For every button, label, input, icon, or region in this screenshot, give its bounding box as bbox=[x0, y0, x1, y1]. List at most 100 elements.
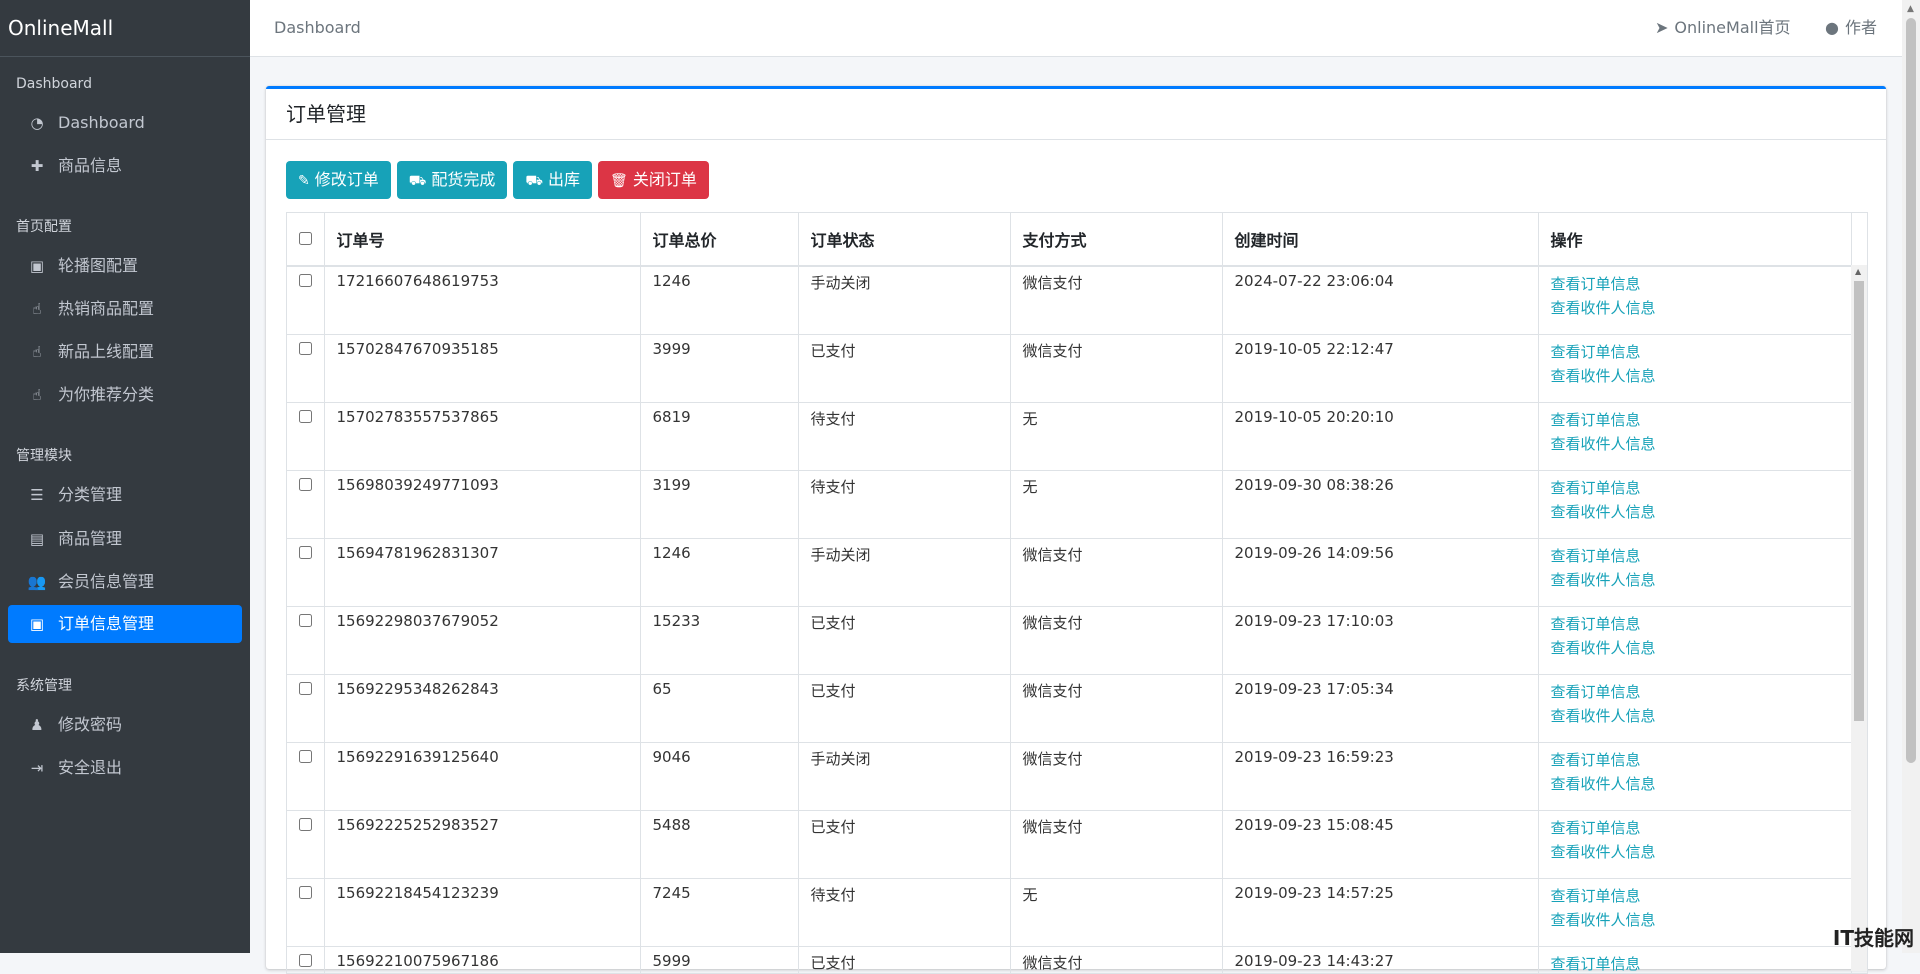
sidebar-item-hot-goods[interactable]: ☝热销商品配置 bbox=[8, 290, 242, 328]
view-receiver-link[interactable]: 查看收件人信息 bbox=[1551, 636, 1851, 660]
total-cell: 5488 bbox=[640, 811, 798, 879]
view-order-link[interactable]: 查看订单信息 bbox=[1551, 816, 1851, 840]
row-checkbox[interactable] bbox=[299, 818, 312, 831]
sidebar-item-recommend[interactable]: ☝为你推荐分类 bbox=[8, 376, 242, 414]
view-order-link[interactable]: 查看订单信息 bbox=[1551, 408, 1851, 432]
view-receiver-link[interactable]: 查看收件人信息 bbox=[1551, 364, 1851, 388]
brand-logo[interactable]: OnlineMall bbox=[0, 0, 250, 57]
row-checkbox[interactable] bbox=[299, 478, 312, 491]
table-row[interactable]: 172166076486197531246手动关闭微信支付2024-07-22 … bbox=[287, 266, 1851, 335]
row-checkbox[interactable] bbox=[299, 614, 312, 627]
row-checkbox[interactable] bbox=[299, 954, 312, 967]
sidebar-item-logout[interactable]: ⇥安全退出 bbox=[8, 749, 242, 787]
column-header-status[interactable]: 订单状态 bbox=[798, 213, 1010, 266]
actions-cell: 查看订单信息查看收件人信息 bbox=[1538, 675, 1851, 743]
pack-complete-label: 配货完成 bbox=[431, 170, 495, 189]
row-checkbox[interactable] bbox=[299, 750, 312, 763]
view-receiver-link[interactable]: 查看收件人信息 bbox=[1551, 908, 1851, 932]
table-scrollbar-thumb[interactable] bbox=[1854, 281, 1864, 721]
table-row[interactable]: 1569229803767905215233已支付微信支付2019-09-23 … bbox=[287, 607, 1851, 675]
view-receiver-link[interactable]: 查看收件人信息 bbox=[1551, 772, 1851, 796]
column-header-payment[interactable]: 支付方式 bbox=[1010, 213, 1222, 266]
sidebar-item-label: 修改密码 bbox=[58, 715, 122, 734]
row-checkbox[interactable] bbox=[299, 342, 312, 355]
view-order-link[interactable]: 查看订单信息 bbox=[1551, 272, 1851, 296]
table-row[interactable]: 156922916391256409046手动关闭微信支付2019-09-23 … bbox=[287, 743, 1851, 811]
nav-header-management: 管理模块 bbox=[0, 444, 72, 468]
row-checkbox[interactable] bbox=[299, 274, 312, 287]
view-receiver-link[interactable]: 查看收件人信息 bbox=[1551, 840, 1851, 864]
row-checkbox[interactable] bbox=[299, 682, 312, 695]
close-order-button[interactable]: 🗑关闭订单 bbox=[598, 161, 709, 199]
table-row[interactable]: 157027835575378656819待支付无2019-10-05 20:2… bbox=[287, 403, 1851, 471]
view-receiver-link[interactable]: 查看收件人信息 bbox=[1551, 432, 1851, 456]
sidebar-item-orders[interactable]: ▣订单信息管理 bbox=[8, 605, 242, 643]
view-order-link[interactable]: 查看订单信息 bbox=[1551, 340, 1851, 364]
page-scrollbar-thumb[interactable] bbox=[1906, 18, 1916, 763]
column-header-order-no[interactable]: 订单号 bbox=[324, 213, 640, 266]
sidebar-item-goods[interactable]: ▤商品管理 bbox=[8, 520, 242, 558]
hand-pointer-icon: ☝ bbox=[26, 333, 48, 371]
created-time-cell: 2019-09-23 16:59:23 bbox=[1222, 743, 1538, 811]
row-checkbox[interactable] bbox=[299, 886, 312, 899]
created-time-cell: 2019-09-23 15:08:45 bbox=[1222, 811, 1538, 879]
column-header-created-time[interactable]: 创建时间 bbox=[1222, 213, 1538, 266]
trash-icon: 🗑 bbox=[610, 173, 628, 189]
sidebar-item-carousel[interactable]: ▣轮播图配置 bbox=[8, 247, 242, 285]
table-row[interactable]: 156947819628313071246手动关闭微信支付2019-09-26 … bbox=[287, 539, 1851, 607]
sidebar-item-members[interactable]: 👥会员信息管理 bbox=[8, 563, 242, 601]
order-no-cell: 15702783557537865 bbox=[324, 403, 640, 471]
home-link[interactable]: ➤OnlineMall首页 bbox=[1655, 0, 1791, 56]
pack-complete-button[interactable]: ⛟配货完成 bbox=[397, 161, 508, 199]
sidebar-item-goods-info[interactable]: ✚商品信息 bbox=[8, 147, 242, 185]
actions-cell: 查看订单信息查看收件人信息 bbox=[1538, 539, 1851, 607]
view-receiver-link[interactable]: 查看收件人信息 bbox=[1551, 500, 1851, 524]
payment-cell: 微信支付 bbox=[1010, 675, 1222, 743]
hand-pointer-icon: ☝ bbox=[26, 290, 48, 328]
created-time-cell: 2019-09-26 14:09:56 bbox=[1222, 539, 1538, 607]
archive-icon: ▤ bbox=[26, 520, 48, 558]
scroll-up-arrow-icon[interactable]: ▲ bbox=[1855, 267, 1861, 276]
sidebar-item-new-goods[interactable]: ☝新品上线配置 bbox=[8, 333, 242, 371]
page-scrollbar[interactable]: ▲ bbox=[1902, 0, 1920, 953]
ship-out-button[interactable]: ⛟出库 bbox=[513, 161, 592, 199]
row-checkbox[interactable] bbox=[299, 546, 312, 559]
sidebar-item-change-password[interactable]: ♟修改密码 bbox=[8, 706, 242, 744]
view-order-link[interactable]: 查看订单信息 bbox=[1551, 680, 1851, 704]
payment-cell: 无 bbox=[1010, 471, 1222, 539]
edit-order-button[interactable]: ✎修改订单 bbox=[286, 161, 391, 199]
tachometer-icon: ◔ bbox=[26, 104, 48, 142]
select-all-checkbox[interactable] bbox=[299, 232, 312, 245]
view-order-link[interactable]: 查看订单信息 bbox=[1551, 952, 1851, 974]
sidebar-item-label: 会员信息管理 bbox=[58, 572, 154, 591]
scroll-up-arrow-icon[interactable]: ▲ bbox=[1907, 4, 1914, 14]
sidebar-item-category[interactable]: ☰分类管理 bbox=[8, 476, 242, 514]
payment-cell: 微信支付 bbox=[1010, 607, 1222, 675]
total-cell: 6819 bbox=[640, 403, 798, 471]
table-scrollbar[interactable]: ▲ bbox=[1851, 265, 1867, 971]
column-header-total[interactable]: 订单总价 bbox=[640, 213, 798, 266]
sidebar-item-dashboard[interactable]: ◔Dashboard bbox=[8, 104, 242, 142]
view-receiver-link[interactable]: 查看收件人信息 bbox=[1551, 568, 1851, 592]
view-order-link[interactable]: 查看订单信息 bbox=[1551, 476, 1851, 500]
breadcrumb[interactable]: Dashboard bbox=[274, 0, 361, 56]
sidebar: OnlineMall Dashboard ◔Dashboard ✚商品信息 首页… bbox=[0, 0, 250, 953]
table-row[interactable]: 156922184541232397245待支付无2019-09-23 14:5… bbox=[287, 879, 1851, 947]
table-row[interactable]: 1569229534826284365已支付微信支付2019-09-23 17:… bbox=[287, 675, 1851, 743]
view-receiver-link[interactable]: 查看收件人信息 bbox=[1551, 704, 1851, 728]
row-checkbox[interactable] bbox=[299, 410, 312, 423]
order-management-card: 订单管理 ✎修改订单⛟配货完成⛟出库🗑关闭订单 订单号 订单总价 订单状态 支付… bbox=[266, 86, 1886, 969]
view-receiver-link[interactable]: 查看收件人信息 bbox=[1551, 296, 1851, 320]
view-order-link[interactable]: 查看订单信息 bbox=[1551, 748, 1851, 772]
table-row[interactable]: 156980392497710933199待支付无2019-09-30 08:3… bbox=[287, 471, 1851, 539]
author-link[interactable]: ●作者 bbox=[1825, 0, 1877, 56]
row-select-cell bbox=[287, 403, 324, 471]
table-row[interactable]: 156922252529835275488已支付微信支付2019-09-23 1… bbox=[287, 811, 1851, 879]
view-order-link[interactable]: 查看订单信息 bbox=[1551, 612, 1851, 636]
view-order-link[interactable]: 查看订单信息 bbox=[1551, 884, 1851, 908]
order-no-cell: 17216607648619753 bbox=[324, 266, 640, 335]
view-order-link[interactable]: 查看订单信息 bbox=[1551, 544, 1851, 568]
table-row[interactable]: 156922100759671865999已支付微信支付2019-09-23 1… bbox=[287, 947, 1851, 974]
table-row[interactable]: 157028476709351853999已支付微信支付2019-10-05 2… bbox=[287, 335, 1851, 403]
actions-cell: 查看订单信息查看收件人信息 bbox=[1538, 947, 1851, 974]
